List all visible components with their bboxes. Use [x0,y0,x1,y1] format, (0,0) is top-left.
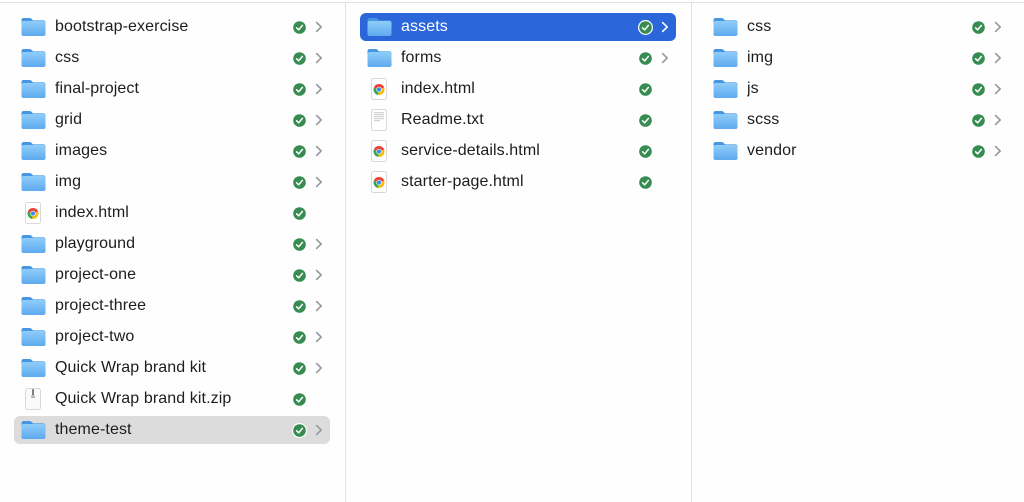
chevron-right-icon [994,145,1002,157]
blue-folder-icon [712,48,738,68]
green-check-badge-icon [292,174,307,190]
blue-folder-icon [366,17,392,37]
folder-row[interactable]: js [706,75,1009,103]
folder-row[interactable]: assets [360,13,676,41]
chevron-right-icon [315,300,323,312]
file-row[interactable]: service-details.html [360,137,676,165]
folder-row[interactable]: forms [360,44,676,72]
folder-row[interactable]: Quick Wrap brand kit [14,354,330,382]
chevron-right-icon [994,52,1002,64]
chevron-right-icon [994,83,1002,95]
green-check-badge-icon [292,19,307,35]
chevron-right-icon [315,114,323,126]
green-check-badge-icon [638,174,653,190]
green-check-badge-icon [638,112,653,128]
green-check-badge-icon [971,81,986,97]
folder-row[interactable]: project-one [14,261,330,289]
blue-folder-icon [20,110,46,130]
green-check-badge-icon [292,422,307,438]
folder-row[interactable]: css [14,44,330,72]
folder-row[interactable]: img [14,168,330,196]
chevron-right-icon [994,21,1002,33]
folder-row[interactable]: css [706,13,1009,41]
file-row[interactable]: index.html [14,199,330,227]
green-check-badge-icon [292,236,307,252]
blue-folder-icon [20,48,46,68]
chevron-right-icon [994,114,1002,126]
chevron-right-icon [661,52,669,64]
zip-archive-icon [20,388,46,410]
chevron-right-icon [315,238,323,250]
blue-folder-icon [20,296,46,316]
plain-text-file-icon [366,109,392,131]
blue-folder-icon [20,420,46,440]
folder-row[interactable]: project-three [14,292,330,320]
folder-row[interactable]: bootstrap-exercise [14,13,330,41]
green-check-badge-icon [292,112,307,128]
green-check-badge-icon [971,50,986,66]
file-row[interactable]: Quick Wrap brand kit.zip [14,385,330,413]
folder-row[interactable]: playground [14,230,330,258]
blue-folder-icon [20,172,46,192]
folder-row[interactable]: grid [14,106,330,134]
chevron-right-icon [315,424,323,436]
blue-folder-icon [20,17,46,37]
green-check-badge-icon [292,267,307,283]
chevron-right-icon [315,145,323,157]
file-row[interactable]: index.html [360,75,676,103]
chevron-right-icon [661,21,669,33]
folder-row[interactable]: scss [706,106,1009,134]
chrome-html-file-icon [366,140,392,162]
blue-folder-icon [20,265,46,285]
blue-folder-icon [712,141,738,161]
green-check-badge-icon [638,143,653,159]
folder-row[interactable]: theme-test [14,416,330,444]
folder-row[interactable]: final-project [14,75,330,103]
green-check-badge-icon [292,205,307,221]
chevron-right-icon [315,269,323,281]
blue-folder-icon [712,17,738,37]
folder-row[interactable]: img [706,44,1009,72]
finder-column-2[interactable]: assets forms index.html Readme.txt servi… [346,3,691,502]
finder-column-1[interactable]: bootstrap-exercise css final-project gri… [0,3,345,502]
green-check-badge-icon [971,143,986,159]
green-check-badge-icon [292,50,307,66]
chevron-right-icon [315,176,323,188]
blue-folder-icon [20,234,46,254]
finder-column-view: bootstrap-exercise css final-project gri… [0,2,1024,502]
green-check-badge-icon [971,112,986,128]
blue-folder-icon [20,141,46,161]
green-check-badge-icon [292,143,307,159]
green-check-badge-icon [292,360,307,376]
green-check-badge-icon [292,81,307,97]
folder-row[interactable]: project-two [14,323,330,351]
green-check-badge-icon [638,50,653,66]
folder-row[interactable]: images [14,137,330,165]
chrome-html-file-icon [366,78,392,100]
blue-folder-icon [712,110,738,130]
blue-folder-icon [20,358,46,378]
green-check-badge-icon [292,391,307,407]
green-check-badge-icon [638,81,653,97]
folder-row[interactable]: vendor [706,137,1009,165]
green-check-badge-icon [292,298,307,314]
chevron-right-icon [315,52,323,64]
green-check-badge-icon [971,19,986,35]
blue-folder-icon [366,48,392,68]
chevron-right-icon [315,362,323,374]
blue-folder-icon [20,79,46,99]
chevron-right-icon [315,83,323,95]
finder-column-3[interactable]: css img js scss vendor [692,3,1024,502]
file-row[interactable]: Readme.txt [360,106,676,134]
file-row[interactable]: starter-page.html [360,168,676,196]
chevron-right-icon [315,331,323,343]
green-check-badge-icon [638,19,653,35]
chrome-html-file-icon [20,202,46,224]
chevron-right-icon [315,21,323,33]
green-check-badge-icon [292,329,307,345]
chrome-html-file-icon [366,171,392,193]
blue-folder-icon [20,327,46,347]
blue-folder-icon [712,79,738,99]
